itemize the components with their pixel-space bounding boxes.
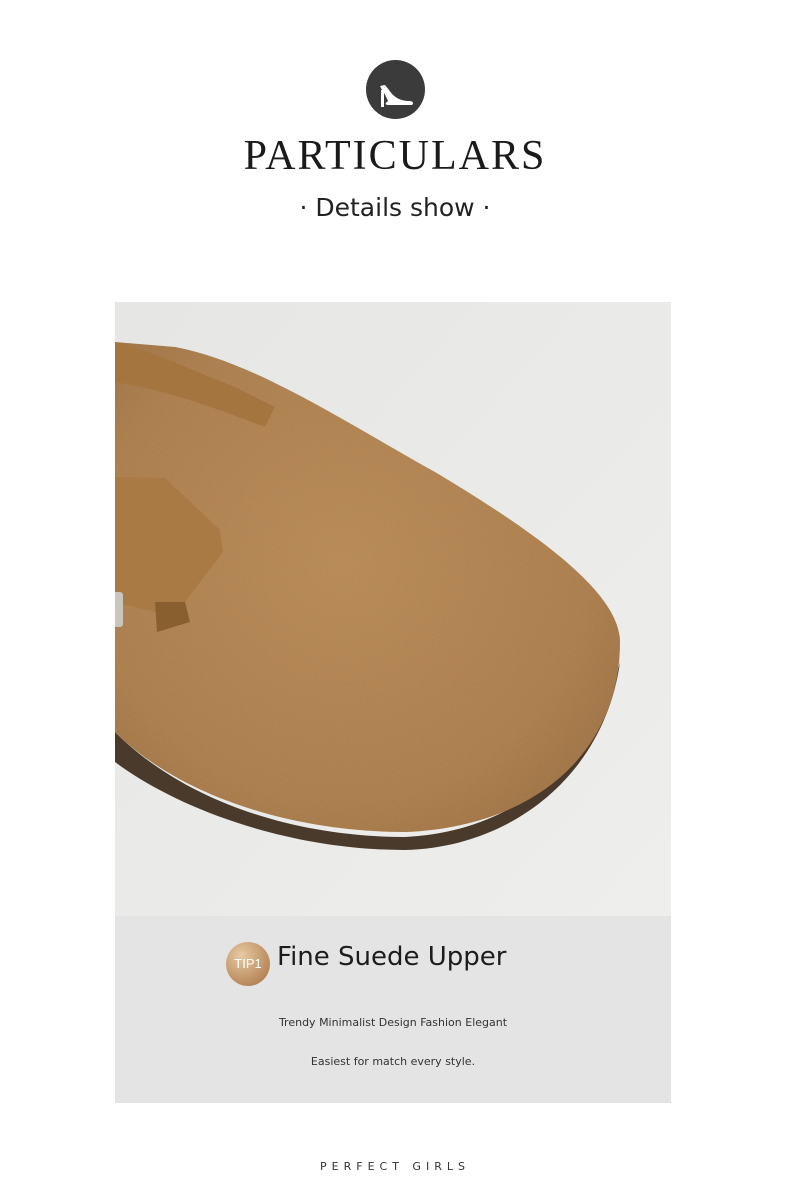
description-line-1: Trendy Minimalist Design Fashion Elegant — [278, 1016, 508, 1029]
footer-brand: PERFECT GIRLS — [320, 1160, 470, 1173]
page-subtitle: · Details show · — [299, 193, 491, 222]
caption-panel: TIP1 Fine Suede Upper Trendy Minimalist … — [115, 916, 671, 1103]
high-heel-icon — [366, 60, 425, 119]
product-photo — [115, 302, 671, 916]
tip-badge: TIP1 — [226, 942, 270, 986]
page-title: PARTICULARS — [243, 133, 547, 179]
description-line-2: Easiest for match every style. — [310, 1055, 476, 1068]
tip-title: Fine Suede Upper — [277, 942, 507, 972]
